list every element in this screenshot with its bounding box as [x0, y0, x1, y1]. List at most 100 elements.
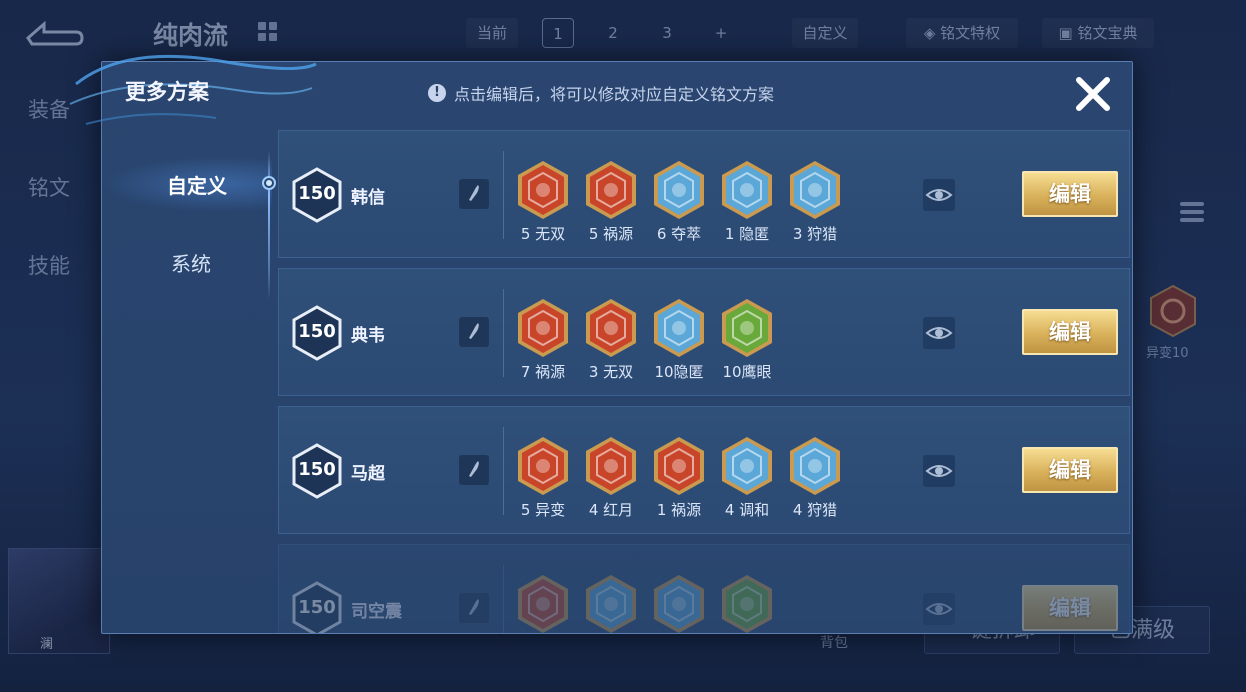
green-rune-icon[interactable]	[719, 573, 775, 634]
level-value: 150	[298, 321, 336, 342]
scheme-list[interactable]: 150 韩信 编辑 5 无双 5 祸源 6 夺萃 1 隐匿 3 狩猎 150 典…	[278, 130, 1130, 634]
edit-button[interactable]: 编辑	[1022, 171, 1118, 217]
tab-custom[interactable]: 自定义	[122, 170, 272, 199]
yinni-rune-icon[interactable]	[719, 159, 775, 221]
preview-button[interactable]	[923, 593, 955, 625]
rune-guide-button[interactable]: ▣ 铭文宝典	[1042, 18, 1154, 48]
rune-count-label: 4 狩猎	[792, 501, 838, 519]
nav-runes[interactable]: 铭文	[28, 172, 70, 202]
dialog-title: 更多方案	[125, 80, 209, 104]
rune-count-label: 异变10	[1146, 346, 1189, 361]
rune-count-label: 4 红月	[588, 501, 634, 519]
edit-button[interactable]: 编辑	[1022, 585, 1118, 631]
rune-count-label: 6 夺萃	[656, 225, 702, 243]
hero-portrait[interactable]	[8, 548, 110, 654]
row-divider	[503, 289, 504, 377]
more-schemes-dialog: 更多方案 ! 点击编辑后，将可以修改对应自定义铭文方案 自定义 系统 150 韩…	[101, 61, 1133, 634]
hongyue-rune-icon[interactable]	[583, 435, 639, 497]
rename-button[interactable]	[459, 317, 489, 347]
duocui-rune-icon[interactable]	[651, 159, 707, 221]
blue-rune-icon[interactable]	[651, 573, 707, 634]
scheme-row: 150 典韦 编辑 7 祸源 3 无双 10隐匿 10鹰眼	[278, 268, 1130, 396]
yibian-rune-icon[interactable]	[515, 435, 571, 497]
yinni-rune-icon[interactable]	[651, 297, 707, 359]
tab-slot-1[interactable]: 1	[542, 18, 574, 48]
nav-skills[interactable]: 技能	[28, 250, 70, 280]
rune-count-label: 3 无双	[588, 363, 634, 381]
huoyuan-rune-icon[interactable]	[515, 297, 571, 359]
rename-button[interactable]	[459, 593, 489, 623]
rune-count-label: 5 无双	[520, 225, 566, 243]
grid-icon[interactable]	[258, 22, 278, 42]
eye-icon	[925, 603, 953, 615]
bag-label[interactable]: 背包	[820, 632, 848, 652]
pen-icon	[469, 599, 479, 615]
privilege-icon: ◈	[923, 24, 941, 42]
add-slot-button[interactable]: +	[706, 18, 736, 48]
rune-count-label: 7 祸源	[520, 363, 566, 381]
scheme-row: 150 马超 编辑 5 异变 4 红月 1 祸源 4 调和 4 狩猎	[278, 406, 1130, 534]
level-value: 150	[298, 459, 336, 480]
hero-name: 澜	[40, 637, 54, 652]
close-icon[interactable]	[1071, 72, 1115, 116]
rune-count-label: 10隐匿	[654, 363, 704, 381]
rune-count-label: 1 隐匿	[724, 225, 770, 243]
eye-icon	[925, 327, 953, 339]
preview-button[interactable]	[923, 179, 955, 211]
hint-bar: ! 点击编辑后，将可以修改对应自定义铭文方案	[428, 81, 774, 105]
edit-button[interactable]: 编辑	[1022, 447, 1118, 493]
edit-button[interactable]: 编辑	[1022, 309, 1118, 355]
hero-name: 典韦	[351, 326, 385, 346]
guide-icon: ▣	[1058, 24, 1078, 42]
tab-system[interactable]: 系统	[116, 248, 266, 277]
scheme-name: 纯肉流	[153, 21, 229, 50]
rune-guide-label: 铭文宝典	[1077, 24, 1138, 42]
rename-button[interactable]	[459, 455, 489, 485]
level-value: 150	[298, 597, 336, 618]
scheme-row: 150 韩信 编辑 5 无双 5 祸源 6 夺萃 1 隐匿 3 狩猎	[278, 130, 1130, 258]
shoulie-rune-icon[interactable]	[787, 435, 843, 497]
rune-privilege-button[interactable]: ◈ 铭文特权	[906, 18, 1018, 48]
yingyan-rune-icon[interactable]	[719, 297, 775, 359]
hero-name: 韩信	[351, 188, 385, 208]
scheme-row: 150 司空震 编辑	[278, 544, 1130, 634]
rune-count-label: 5 异变	[520, 501, 566, 519]
eye-icon	[925, 189, 953, 201]
yibian-rune-icon[interactable]	[1148, 284, 1198, 338]
rename-button[interactable]	[459, 179, 489, 209]
wushuang-rune-icon[interactable]	[515, 159, 571, 221]
eye-icon	[925, 465, 953, 477]
rune-count-label: 3 狩猎	[792, 225, 838, 243]
tab-current[interactable]: 当前	[466, 18, 518, 48]
info-icon: !	[428, 84, 446, 102]
tab-slot-3[interactable]: 3	[652, 18, 682, 48]
blue-rune-icon[interactable]	[583, 573, 639, 634]
hero-name: 马超	[351, 464, 385, 484]
custom-button[interactable]: 自定义	[792, 18, 858, 48]
huoyuan-rune-icon[interactable]	[651, 435, 707, 497]
rune-count-label: 1 祸源	[656, 501, 702, 519]
row-divider	[503, 565, 504, 633]
tab-slot-2[interactable]: 2	[598, 18, 628, 48]
rune-privilege-label: 铭文特权	[940, 24, 1001, 42]
tiaohe-rune-icon[interactable]	[719, 435, 775, 497]
wushuang-rune-icon[interactable]	[583, 297, 639, 359]
rune-count-label: 4 调和	[724, 501, 770, 519]
list-icon[interactable]	[1180, 202, 1204, 230]
red-rune-icon[interactable]	[515, 573, 571, 634]
back-arrow-icon[interactable]	[24, 18, 86, 48]
pen-icon	[469, 323, 479, 339]
huoyuan-rune-icon[interactable]	[583, 159, 639, 221]
level-value: 150	[298, 183, 336, 204]
preview-button[interactable]	[923, 455, 955, 487]
preview-button[interactable]	[923, 317, 955, 349]
row-divider	[503, 151, 504, 239]
rune-count-label: 5 祸源	[588, 225, 634, 243]
row-divider	[503, 427, 504, 515]
nav-equipment[interactable]: 装备	[28, 94, 70, 124]
hint-text: 点击编辑后，将可以修改对应自定义铭文方案	[454, 85, 775, 104]
shoulie-rune-icon[interactable]	[787, 159, 843, 221]
rune-count-label: 10鹰眼	[722, 363, 772, 381]
top-bar: 纯肉流 当前 1 2 3 + 自定义 ◈ 铭文特权 ▣ 铭文宝典	[0, 0, 1246, 64]
hero-name: 司空震	[351, 602, 402, 622]
